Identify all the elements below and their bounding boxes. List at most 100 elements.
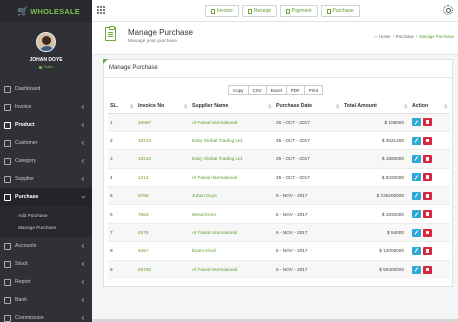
- sidebar-item-dashboard[interactable]: Dashboard: [0, 80, 92, 98]
- brand-name: WHOLESALE: [30, 6, 80, 16]
- toplink-invoice[interactable]: Invoice: [205, 5, 239, 17]
- col-action[interactable]: Action ⇅: [410, 100, 450, 114]
- sidebar: 🛒 WHOLESALE JOHAN DOYE Online Dashboard I…: [0, 0, 92, 322]
- row-purchase-date: 6 - NOV - 2017: [274, 204, 342, 224]
- row-invoice-no[interactable]: 56756: [136, 259, 190, 279]
- delete-button[interactable]: [423, 265, 432, 274]
- delete-button[interactable]: [423, 228, 432, 237]
- sidebar-item-bank[interactable]: Bank: [0, 291, 92, 309]
- breadcrumb-current: Manage Purchase: [419, 34, 454, 39]
- edit-button[interactable]: [412, 173, 421, 182]
- export-buttons: Copy CSV Excel PDF Print: [228, 85, 324, 95]
- purchase-icon: [4, 193, 11, 201]
- col-total-amount[interactable]: Total Amount ⇅: [342, 100, 410, 114]
- avatar[interactable]: [36, 32, 56, 52]
- edit-button[interactable]: [412, 210, 421, 219]
- gear-icon[interactable]: [443, 5, 453, 15]
- toplink-purchase[interactable]: Purchase: [320, 5, 360, 17]
- user-name: JOHAN DOYE: [29, 57, 63, 63]
- sidebar-item-label: Accounts: [15, 243, 37, 249]
- stock-icon: [4, 260, 11, 268]
- sidebar-nav: Dashboard Invoice Product Customer Category S…: [0, 80, 92, 322]
- delete-button[interactable]: [423, 191, 432, 200]
- sidebar-item-supplier[interactable]: Supplier: [0, 170, 92, 188]
- row-total-amount: $ 54000: [342, 222, 410, 242]
- row-actions: [410, 186, 450, 205]
- export-copy-button[interactable]: Copy: [228, 85, 249, 95]
- row-purchase-date: 6 - NOV - 2017: [274, 259, 342, 279]
- col-sl[interactable]: SL. ⇅: [108, 100, 136, 114]
- row-supplier-name[interactable]: Johan Doye: [190, 186, 274, 205]
- purchase-icon: [326, 8, 331, 14]
- sidebar-item-label: Purchase: [15, 194, 39, 200]
- chevron-icon: [81, 104, 86, 110]
- row-supplier-name[interactable]: Al Faisal International: [190, 167, 274, 187]
- delete-button[interactable]: [423, 154, 432, 163]
- edit-button[interactable]: [412, 191, 421, 200]
- row-supplier-name[interactable]: Al Faisal International: [190, 222, 274, 242]
- export-excel-button[interactable]: Excel: [265, 85, 287, 95]
- chevron-icon: [81, 243, 86, 249]
- edit-button[interactable]: [412, 136, 421, 145]
- purchase-submenu: Add Purchase Manage Purchase: [0, 206, 92, 237]
- sidebar-item-report[interactable]: Report: [0, 273, 92, 291]
- col-invoice-no[interactable]: Invoice No ⇅: [136, 100, 190, 114]
- edit-button[interactable]: [412, 118, 421, 127]
- submenu-item-manage-purchase[interactable]: Manage Purchase: [0, 221, 92, 233]
- delete-button[interactable]: [423, 136, 432, 145]
- row-supplier-name[interactable]: Moral Kemi: [190, 204, 274, 224]
- delete-button[interactable]: [423, 118, 432, 127]
- brand-logo[interactable]: 🛒 WHOLESALE: [0, 0, 92, 22]
- delete-button[interactable]: [423, 210, 432, 219]
- row-invoice-no[interactable]: 10213: [136, 130, 190, 150]
- row-invoice-no[interactable]: 10212: [136, 149, 190, 169]
- sidebar-item-accounts[interactable]: Accounts: [0, 237, 92, 255]
- apps-grid-icon[interactable]: [97, 6, 105, 14]
- invoice-icon: [211, 8, 215, 14]
- sidebar-item-invoice[interactable]: Invoice: [0, 98, 92, 116]
- toplink-payment[interactable]: Payment: [279, 5, 318, 17]
- export-csv-button[interactable]: CSV: [247, 85, 267, 95]
- sidebar-item-customer[interactable]: Customer: [0, 134, 92, 152]
- col-supplier-name[interactable]: Supplier Name ⇅: [190, 100, 274, 114]
- row-invoice-no[interactable]: 6457: [136, 241, 190, 261]
- row-actions: [410, 259, 450, 279]
- sidebar-item-stock[interactable]: Stock: [0, 255, 92, 273]
- export-pdf-button[interactable]: PDF: [285, 85, 305, 95]
- table-row: 7 6578 Al Faisal International 6 - NOV - 20…: [108, 222, 450, 242]
- panel-corner-accent: [103, 59, 108, 64]
- commission-icon: [4, 314, 11, 322]
- breadcrumb-home[interactable]: Home: [379, 34, 390, 39]
- sidebar-item-category[interactable]: Category: [0, 152, 92, 170]
- sidebar-item-product[interactable]: Product: [0, 116, 92, 134]
- delete-button[interactable]: [423, 173, 432, 182]
- edit-button[interactable]: [412, 154, 421, 163]
- row-total-amount: $ 108000: [342, 112, 410, 132]
- edit-button[interactable]: [412, 265, 421, 274]
- row-sl: 4: [108, 167, 136, 187]
- sidebar-item-purchase[interactable]: Purchase: [0, 188, 92, 206]
- toplink-receipt[interactable]: Receipt: [241, 5, 277, 17]
- row-supplier-name[interactable]: Easy Global Trading Ltd.: [190, 149, 274, 169]
- row-invoice-no[interactable]: 6756: [136, 186, 190, 205]
- edit-button[interactable]: [412, 246, 421, 255]
- delete-button[interactable]: [423, 246, 432, 255]
- export-print-button[interactable]: Print: [303, 85, 324, 95]
- row-actions: [410, 167, 450, 187]
- col-purchase-date[interactable]: Purchase Date ⇅: [274, 100, 342, 114]
- breadcrumb-section[interactable]: Purchase: [396, 34, 414, 39]
- row-supplier-name[interactable]: Al Faisal International: [190, 112, 274, 132]
- row-sl: 7: [108, 222, 136, 242]
- row-invoice-no[interactable]: 7563: [136, 204, 190, 224]
- row-invoice-no[interactable]: 46567: [136, 112, 190, 132]
- sort-icon: ⇅: [267, 103, 272, 109]
- submenu-item-add-purchase[interactable]: Add Purchase: [0, 209, 92, 221]
- row-supplier-name[interactable]: Al Faisal International: [190, 259, 274, 279]
- row-supplier-name[interactable]: Easy Global Trading Ltd.: [190, 130, 274, 150]
- sidebar-item-label: Report: [15, 279, 31, 285]
- row-invoice-no[interactable]: 1213: [136, 167, 190, 187]
- edit-button[interactable]: [412, 228, 421, 237]
- row-supplier-name[interactable]: Ibram Kholi: [190, 241, 274, 261]
- sidebar-item-commission[interactable]: Commission: [0, 309, 92, 322]
- row-invoice-no[interactable]: 6578: [136, 222, 190, 242]
